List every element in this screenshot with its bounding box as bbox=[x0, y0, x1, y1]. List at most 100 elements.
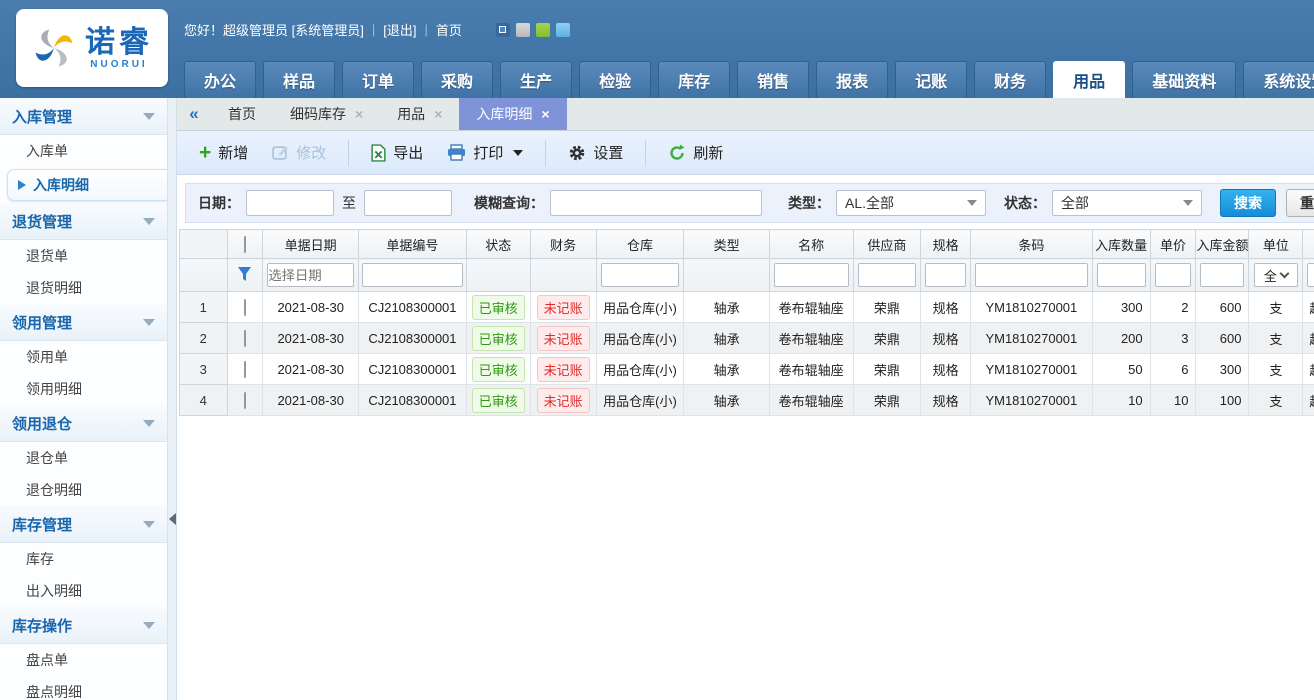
print-button[interactable]: 打印 bbox=[437, 136, 533, 169]
export-button[interactable]: 导出 bbox=[361, 136, 433, 169]
sidebar-splitter[interactable] bbox=[168, 98, 177, 700]
table-row[interactable]: 1 2021-08-30 CJ2108300001 已审核 未记账 用品仓库(小… bbox=[180, 292, 1314, 323]
sidebar-item-inbound-detail[interactable]: 入库明细 bbox=[7, 169, 167, 201]
col-amount[interactable]: 入库金额 bbox=[1196, 230, 1249, 259]
settings-button[interactable]: 设置 bbox=[558, 136, 633, 169]
fuzzy-search-input[interactable] bbox=[550, 190, 762, 216]
sidebar-group-stock-ops[interactable]: 库存操作 bbox=[0, 607, 167, 644]
type-select[interactable]: AL.全部 bbox=[836, 190, 986, 216]
collapse-sidebar-icon[interactable] bbox=[169, 513, 176, 525]
col-finance[interactable]: 财务 bbox=[530, 230, 596, 259]
warehouse-column-filter-input[interactable] bbox=[601, 263, 680, 287]
edit-button[interactable]: 修改 bbox=[262, 136, 336, 169]
nav-tab-order[interactable]: 订单 bbox=[342, 61, 414, 98]
status-select[interactable]: 全部 bbox=[1052, 190, 1202, 216]
col-qty[interactable]: 入库数量 bbox=[1092, 230, 1150, 259]
table-row[interactable]: 2 2021-08-30 CJ2108300001 已审核 未记账 用品仓库(小… bbox=[180, 323, 1314, 354]
sidebar-item-requisition-order[interactable]: 领用单 bbox=[0, 341, 167, 373]
sidebar-group-requisition-return[interactable]: 领用退仓 bbox=[0, 405, 167, 442]
theme-silver-swatch[interactable] bbox=[516, 23, 530, 37]
qty-column-filter-input[interactable] bbox=[1097, 263, 1146, 287]
sidebar-group-inbound[interactable]: 入库管理 bbox=[0, 98, 167, 135]
sidebar-item-inbound-order[interactable]: 入库单 bbox=[0, 135, 167, 167]
select-all-checkbox[interactable] bbox=[244, 236, 246, 253]
price-column-filter-input[interactable] bbox=[1155, 263, 1192, 287]
theme-switcher bbox=[496, 23, 570, 37]
refresh-button[interactable]: 刷新 bbox=[658, 136, 733, 169]
date-to-input[interactable] bbox=[364, 190, 452, 216]
close-icon[interactable]: × bbox=[434, 107, 442, 121]
col-price[interactable]: 单价 bbox=[1150, 230, 1196, 259]
col-status[interactable]: 状态 bbox=[466, 230, 530, 259]
close-icon[interactable]: × bbox=[355, 107, 363, 121]
col-code[interactable]: 单据编号 bbox=[359, 230, 467, 259]
tabs-scroll-left-icon[interactable]: « bbox=[177, 98, 211, 130]
nav-tab-production[interactable]: 生产 bbox=[500, 61, 572, 98]
row-checkbox[interactable] bbox=[244, 361, 246, 378]
nav-tab-sales[interactable]: 销售 bbox=[737, 61, 809, 98]
col-warehouse[interactable]: 仓库 bbox=[596, 230, 684, 259]
sidebar-item-warehouse-return-detail[interactable]: 退仓明细 bbox=[0, 474, 167, 506]
logout-link[interactable]: [退出] bbox=[383, 20, 416, 39]
col-type[interactable]: 类型 bbox=[684, 230, 769, 259]
unit-column-filter-select[interactable]: 全 bbox=[1254, 263, 1298, 287]
row-checkbox[interactable] bbox=[244, 299, 246, 316]
doc-tab-fine-stock[interactable]: 细码库存 × bbox=[273, 98, 380, 130]
sidebar-item-stocktake-order[interactable]: 盘点单 bbox=[0, 644, 167, 676]
nav-tab-purchase[interactable]: 采购 bbox=[421, 61, 493, 98]
col-name[interactable]: 名称 bbox=[769, 230, 853, 259]
nav-tab-finance[interactable]: 财务 bbox=[974, 61, 1046, 98]
col-supplier[interactable]: 供应商 bbox=[853, 230, 921, 259]
sidebar-item-return-order[interactable]: 退货单 bbox=[0, 240, 167, 272]
theme-blue-swatch[interactable] bbox=[496, 23, 510, 37]
doc-tab-inbound-detail[interactable]: 入库明细 × bbox=[459, 98, 566, 130]
doc-tab-home[interactable]: 首页 bbox=[211, 98, 273, 130]
sidebar-item-stock[interactable]: 库存 bbox=[0, 543, 167, 575]
table-row[interactable]: 4 2021-08-30 CJ2108300001 已审核 未记账 用品仓库(小… bbox=[180, 385, 1314, 416]
table-row[interactable]: 3 2021-08-30 CJ2108300001 已审核 未记账 用品仓库(小… bbox=[180, 354, 1314, 385]
col-spec[interactable]: 规格 bbox=[921, 230, 971, 259]
add-button[interactable]: + 新增 bbox=[189, 136, 258, 169]
doc-tab-supplies[interactable]: 用品 × bbox=[380, 98, 459, 130]
date-from-input[interactable] bbox=[246, 190, 334, 216]
theme-sky-swatch[interactable] bbox=[556, 23, 570, 37]
nav-tab-bookkeeping[interactable]: 记账 bbox=[895, 61, 967, 98]
code-column-filter-input[interactable] bbox=[362, 263, 463, 287]
nav-tab-base-data[interactable]: 基础资料 bbox=[1132, 61, 1236, 98]
theme-green-swatch[interactable] bbox=[536, 23, 550, 37]
nav-tab-sample[interactable]: 样品 bbox=[263, 61, 335, 98]
barcode-column-filter-input[interactable] bbox=[975, 263, 1088, 287]
search-button[interactable]: 搜索 bbox=[1220, 189, 1276, 217]
sidebar-item-requisition-detail[interactable]: 领用明细 bbox=[0, 373, 167, 405]
name-column-filter-input[interactable] bbox=[774, 263, 849, 287]
supplier-column-filter-input[interactable] bbox=[858, 263, 917, 287]
sidebar-item-stocktake-detail[interactable]: 盘点明细 bbox=[0, 676, 167, 700]
nav-tab-reports[interactable]: 报表 bbox=[816, 61, 888, 98]
sidebar-group-stock[interactable]: 库存管理 bbox=[0, 506, 167, 543]
row-checkbox[interactable] bbox=[244, 330, 246, 347]
col-extra[interactable] bbox=[1303, 230, 1314, 259]
nav-tab-system-settings[interactable]: 系统设置 bbox=[1243, 61, 1314, 98]
sidebar-group-returns[interactable]: 退货管理 bbox=[0, 203, 167, 240]
col-unit[interactable]: 单位 bbox=[1249, 230, 1303, 259]
close-icon[interactable]: × bbox=[541, 107, 549, 121]
sidebar-item-return-detail[interactable]: 退货明细 bbox=[0, 272, 167, 304]
date-column-filter-input[interactable] bbox=[267, 263, 354, 287]
nav-tab-supplies[interactable]: 用品 bbox=[1053, 61, 1125, 98]
amount-column-filter-input[interactable] bbox=[1200, 263, 1244, 287]
nav-tab-office[interactable]: 办公 bbox=[184, 61, 256, 98]
nav-tab-inventory[interactable]: 库存 bbox=[658, 61, 730, 98]
sidebar-group-requisition[interactable]: 领用管理 bbox=[0, 304, 167, 341]
filter-funnel-icon[interactable] bbox=[237, 266, 252, 282]
home-link[interactable]: 首页 bbox=[436, 20, 462, 39]
sidebar-item-stock-io-detail[interactable]: 出入明细 bbox=[0, 575, 167, 607]
sidebar-item-warehouse-return-order[interactable]: 退仓单 bbox=[0, 442, 167, 474]
col-barcode[interactable]: 条码 bbox=[971, 230, 1093, 259]
col-date[interactable]: 单据日期 bbox=[263, 230, 359, 259]
row-checkbox[interactable] bbox=[244, 392, 246, 409]
reset-button[interactable]: 重置 bbox=[1286, 189, 1314, 217]
spec-column-filter-input[interactable] bbox=[925, 263, 966, 287]
nav-tab-inspection[interactable]: 检验 bbox=[579, 61, 651, 98]
extra-column-filter-input[interactable] bbox=[1307, 263, 1314, 287]
select-all-header[interactable] bbox=[227, 230, 263, 259]
